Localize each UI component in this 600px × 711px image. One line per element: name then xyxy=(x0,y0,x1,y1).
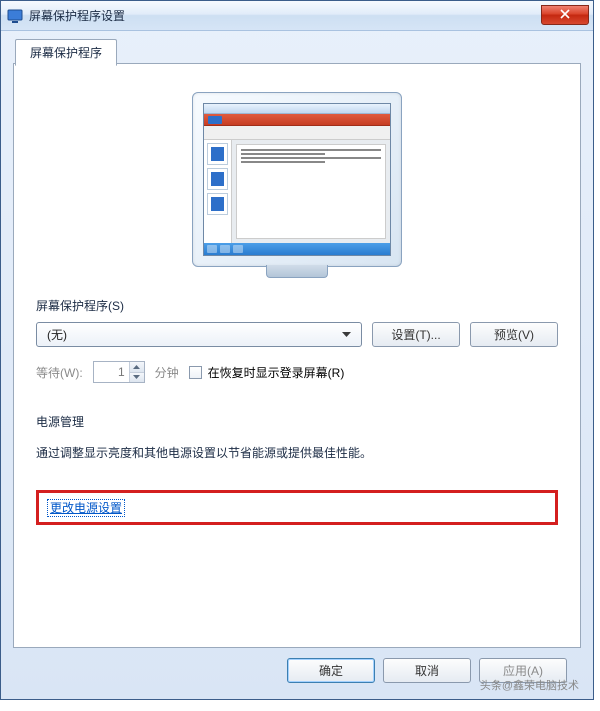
cancel-button[interactable]: 取消 xyxy=(383,658,471,683)
resume-checkbox-group[interactable]: 在恢复时显示登录屏幕(R) xyxy=(189,364,345,381)
wait-label: 等待(W): xyxy=(36,364,83,381)
wait-spinner[interactable]: 1 xyxy=(93,361,145,383)
power-heading: 电源管理 xyxy=(36,413,558,430)
titlebar: 屏幕保护程序设置 xyxy=(1,1,593,31)
spinner-up-icon[interactable] xyxy=(130,362,144,373)
close-button[interactable] xyxy=(541,5,589,25)
highlighted-link-box: 更改电源设置 xyxy=(36,490,558,525)
preview-area xyxy=(36,82,558,297)
ok-button[interactable]: 确定 xyxy=(287,658,375,683)
apply-button[interactable]: 应用(A) xyxy=(479,658,567,683)
power-description: 通过调整显示亮度和其他电源设置以节省能源或提供最佳性能。 xyxy=(36,444,558,462)
checkbox-icon[interactable] xyxy=(189,366,202,379)
screensaver-row: (无) 设置(T)... 预览(V) xyxy=(36,322,558,347)
settings-button[interactable]: 设置(T)... xyxy=(372,322,460,347)
tab-screensaver[interactable]: 屏幕保护程序 xyxy=(15,39,117,66)
spinner-buttons[interactable] xyxy=(129,362,144,382)
preview-button[interactable]: 预览(V) xyxy=(470,322,558,347)
resume-checkbox-label: 在恢复时显示登录屏幕(R) xyxy=(208,364,345,381)
monitor-preview xyxy=(192,92,402,267)
window-title: 屏幕保护程序设置 xyxy=(29,7,541,24)
dialog-footer: 确定 取消 应用(A) xyxy=(13,648,581,689)
screensaver-dropdown[interactable]: (无) xyxy=(36,322,362,347)
screensaver-label: 屏幕保护程序(S) xyxy=(36,297,558,314)
wait-value: 1 xyxy=(94,365,129,379)
dropdown-value: (无) xyxy=(47,326,337,343)
screen-mock xyxy=(203,103,391,256)
change-power-settings-link[interactable]: 更改电源设置 xyxy=(47,499,125,517)
dialog-window: 屏幕保护程序设置 屏幕保护程序 xyxy=(0,0,594,700)
chevron-down-icon xyxy=(337,332,355,338)
tab-container: 屏幕保护程序 xyxy=(13,39,581,648)
wait-row: 等待(W): 1 分钟 在恢复时显示登录屏幕(R) xyxy=(36,361,558,383)
tab-panel: 屏幕保护程序(S) (无) 设置(T)... 预览(V) 等待(W): 1 xyxy=(13,63,581,648)
spinner-down-icon[interactable] xyxy=(130,373,144,383)
app-icon xyxy=(7,8,23,24)
wait-unit: 分钟 xyxy=(155,364,179,381)
close-icon xyxy=(560,8,570,22)
content-area: 屏幕保护程序 xyxy=(1,31,593,699)
